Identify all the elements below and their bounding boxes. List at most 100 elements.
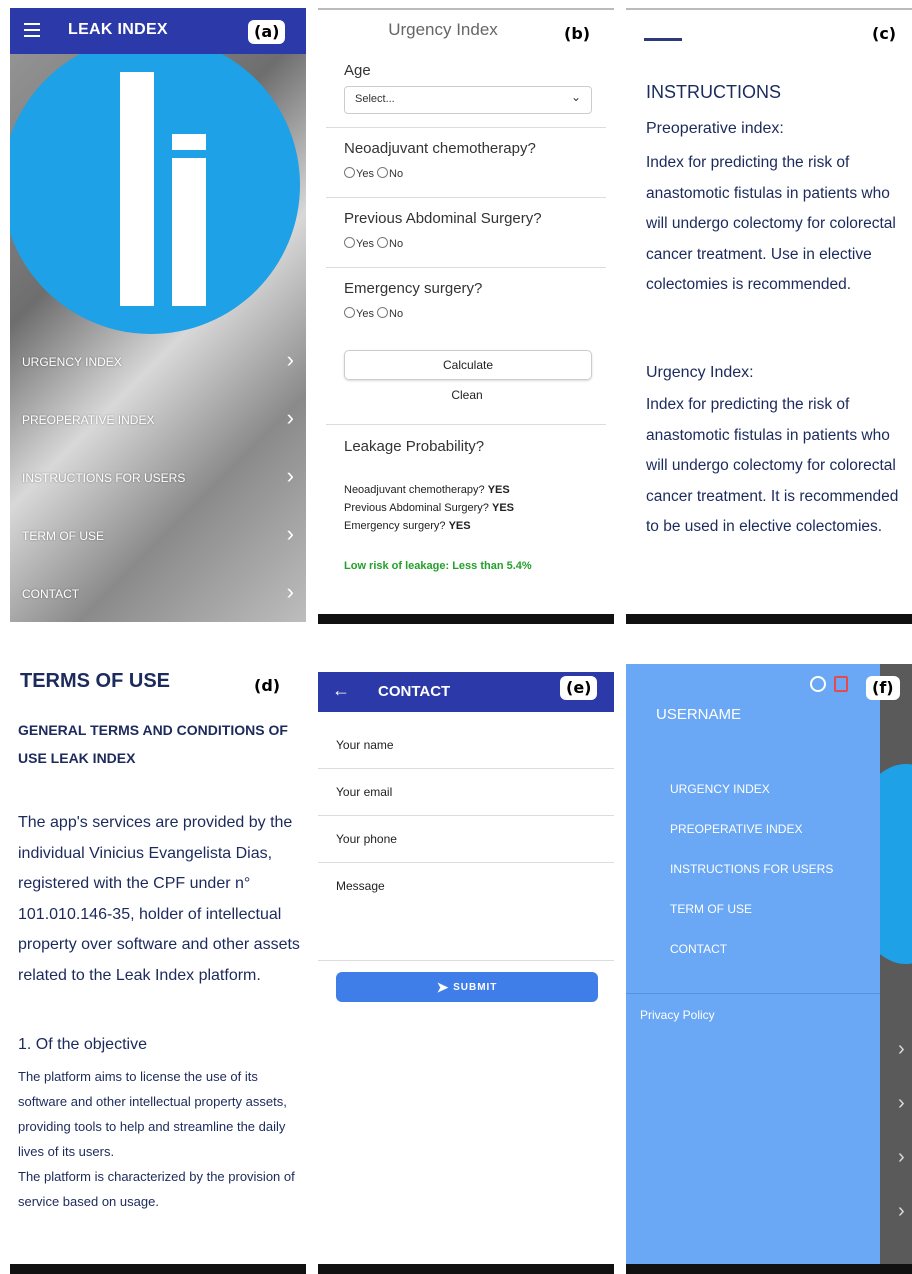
bottom-bar [10,1264,306,1274]
result-question: Neoadjuvant chemotherapy? [344,484,485,496]
radio-group-previous-surgery: Yes No [344,237,403,250]
name-input[interactable]: Your name [336,738,394,752]
nav-item-contact[interactable]: CONTACT › [10,574,306,614]
nav-item-urgency-index[interactable]: URGENCY INDEX › [10,342,306,382]
terms-intro: The app's services are provided by the i… [18,814,300,984]
chevron-right-icon: › [286,521,294,546]
preoperative-text: Index for predicting the risk of anastom… [646,154,896,293]
send-icon: ➤ [436,979,450,995]
calculate-button[interactable]: Calculate [344,350,592,380]
app-title: LEAK INDEX [68,21,168,38]
divider [326,127,606,128]
divider [318,960,614,961]
bottom-bar [318,1264,614,1274]
divider [318,815,614,816]
hamburger-menu-icon[interactable] [24,23,40,37]
result-title: Leakage Probability? [344,438,485,455]
radio-no-label: No [389,168,404,180]
radio-no[interactable] [377,167,389,178]
divider [326,267,606,268]
logo-letter-i-dot [172,134,206,150]
question-label: Previous Abdominal Surgery? [344,210,542,227]
panel-f-side-drawer: › › › › USERNAME URGENCY INDEX PREOPERAT… [626,664,912,1274]
chevron-right-icon: › [898,1146,905,1168]
age-label: Age [344,62,371,79]
panel-tag: (c) [866,22,903,46]
nav-item-preoperative-index[interactable]: PREOPERATIVE INDEX › [10,400,306,440]
bottom-bar [318,614,614,624]
drawer-item-contact[interactable]: CONTACT [670,942,727,956]
result-answer: YES [448,520,471,532]
drawer-item-preoperative-index[interactable]: PREOPERATIVE INDEX [670,822,802,836]
radio-group-emergency: Yes No [344,307,403,320]
panel-tag: (e) [560,676,598,700]
chevron-right-icon: › [898,1038,905,1060]
risk-result: Low risk of leakage: Less than 5.4% [344,560,532,572]
question-label: Emergency surgery? [344,280,483,297]
radio-no-label: No [389,308,404,320]
radio-no[interactable] [377,307,389,318]
nav-item-instructions[interactable]: INSTRUCTIONS FOR USERS › [10,458,306,498]
nav-item-label: URGENCY INDEX [22,355,122,369]
menu-dash-icon[interactable] [644,38,682,41]
radio-yes[interactable] [344,237,355,248]
clean-button[interactable]: Clean [344,388,590,402]
radio-yes[interactable] [344,307,355,318]
drawer-item-urgency-index[interactable]: URGENCY INDEX [670,782,770,796]
age-select[interactable]: Select... ⌄ [344,86,592,114]
section-text: The platform aims to license the use of … [18,1069,295,1209]
chevron-right-icon: › [286,579,294,604]
divider [626,993,880,994]
phone-input[interactable]: Your phone [336,832,397,846]
chevron-right-icon: › [286,405,294,430]
drawer-item-term-of-use[interactable]: TERM OF USE [670,902,752,916]
divider [318,768,614,769]
nav-item-label: TERM OF USE [22,529,105,543]
result-line: Neoadjuvant chemotherapy? YES [344,484,510,496]
page-title: TERMS OF USE [20,670,171,692]
page-title: Urgency Index [388,20,498,39]
result-question: Emergency surgery? [344,520,446,532]
chevron-right-icon: › [286,347,294,372]
username: USERNAME [656,706,742,723]
preoperative-title: Preoperative index: [646,120,784,137]
bottom-bar [626,614,912,624]
radio-group-neoadjuvant: Yes No [344,167,403,180]
email-input[interactable]: Your email [336,785,392,799]
panel-d-terms-of-use: TERMS OF USE GENERAL TERMS AND CONDITION… [10,664,306,1274]
user-circle-icon[interactable] [810,676,826,692]
nav-item-label: INSTRUCTIONS FOR USERS [22,471,186,485]
panel-b-urgency-index: Urgency Index Age Select... ⌄ Neoadjuvan… [318,8,614,624]
submit-button[interactable]: ➤ SUBMIT [336,972,598,1002]
radio-no[interactable] [377,237,389,248]
result-answer: YES [487,484,510,496]
app-title: CONTACT [378,683,451,700]
urgency-text: Index for predicting the risk of anastom… [646,396,899,535]
chevron-down-icon: ⌄ [570,90,581,104]
nav-item-label: PREOPERATIVE INDEX [22,413,155,427]
urgency-title: Urgency Index: [646,364,754,381]
submit-label: SUBMIT [453,982,498,993]
nav-item-label: CONTACT [22,587,80,601]
logo-letter-i [172,158,206,306]
result-question: Previous Abdominal Surgery? [344,502,489,514]
bottom-bar [626,1264,912,1274]
leak-index-logo [10,36,300,334]
result-line: Emergency surgery? YES [344,520,471,532]
radio-yes[interactable] [344,167,355,178]
logout-icon[interactable] [834,676,848,692]
arrow-left-icon[interactable]: ← [332,680,350,701]
drawer-item-instructions[interactable]: INSTRUCTIONS FOR USERS [670,862,833,876]
chevron-right-icon: › [898,1200,905,1222]
radio-yes-label: Yes [356,308,374,320]
panel-tag: (b) [558,22,597,46]
chevron-right-icon: › [898,1092,905,1114]
panel-tag: (d) [248,674,287,698]
divider [326,424,606,425]
panel-e-contact: ← CONTACT Your name Your email Your phon… [318,664,614,1274]
privacy-policy-link[interactable]: Privacy Policy [640,1008,715,1022]
panel-a-home-screen: LEAK INDEX URGENCY INDEX › PREOPERATIVE … [10,8,306,622]
age-select-value: Select... [355,93,395,105]
message-input[interactable]: Message [336,879,385,893]
nav-item-term-of-use[interactable]: TERM OF USE › [10,516,306,556]
